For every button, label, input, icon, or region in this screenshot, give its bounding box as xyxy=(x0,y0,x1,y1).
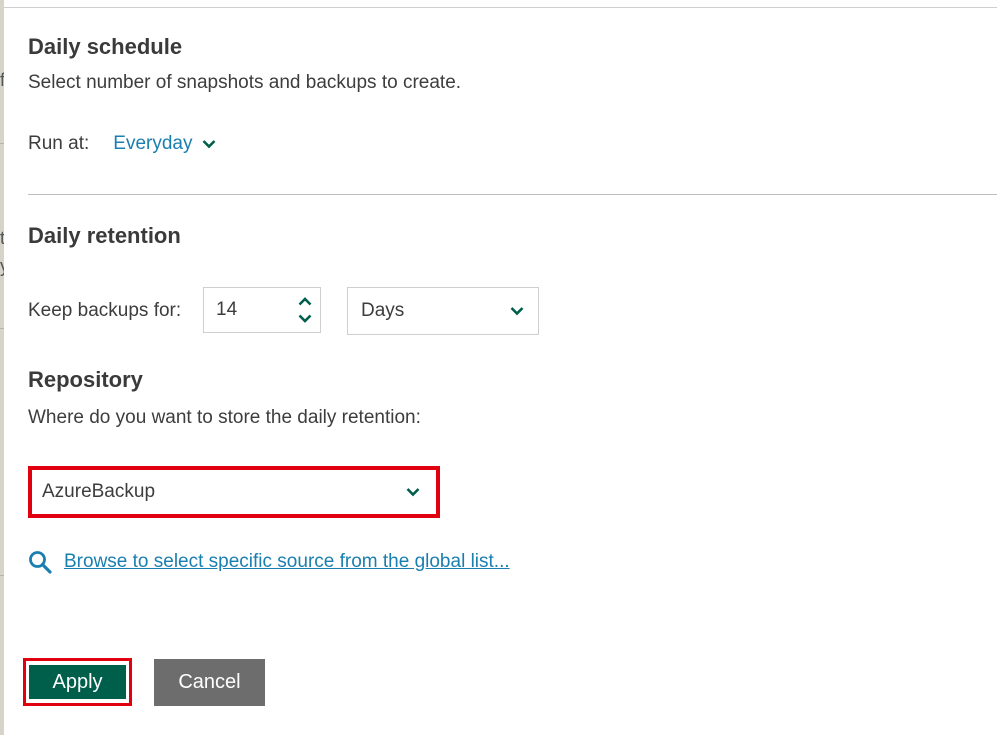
chevron-down-icon xyxy=(406,488,420,497)
run-at-row: Run at: Everyday xyxy=(28,133,216,155)
chevron-down-icon xyxy=(510,307,524,316)
repository-select[interactable]: AzureBackup xyxy=(28,466,440,518)
apply-button-highlight: Apply xyxy=(23,658,132,706)
stepper-arrows xyxy=(290,297,320,323)
repository-value: AzureBackup xyxy=(42,481,156,502)
keep-backups-value[interactable]: 14 xyxy=(204,299,290,321)
chevron-up-icon[interactable] xyxy=(298,297,312,306)
retention-unit-value: Days xyxy=(361,300,405,321)
repository-heading: Repository xyxy=(28,367,143,392)
run-at-dropdown[interactable]: Everyday xyxy=(113,133,216,155)
cancel-button[interactable]: Cancel xyxy=(154,659,265,706)
schedule-settings-panel: Daily schedule Select number of snapshot… xyxy=(4,7,997,736)
repository-question: Where do you want to store the daily ret… xyxy=(28,407,421,428)
search-icon[interactable] xyxy=(28,550,52,574)
keep-backups-stepper[interactable]: 14 xyxy=(203,287,321,333)
browse-source-row: Browse to select specific source from th… xyxy=(28,550,510,574)
retention-unit-select[interactable]: Days xyxy=(347,287,539,335)
run-at-label: Run at: xyxy=(28,133,90,154)
keep-backups-label: Keep backups for: xyxy=(28,300,182,321)
run-at-value: Everyday xyxy=(113,133,193,154)
daily-schedule-description: Select number of snapshots and backups t… xyxy=(28,72,462,93)
daily-retention-heading: Daily retention xyxy=(28,223,181,248)
browse-global-list-link[interactable]: Browse to select specific source from th… xyxy=(64,551,510,573)
section-divider xyxy=(28,194,997,195)
chevron-down-icon xyxy=(203,140,216,149)
daily-schedule-heading: Daily schedule xyxy=(28,34,183,59)
chevron-down-icon[interactable] xyxy=(298,314,312,323)
apply-button[interactable]: Apply xyxy=(29,665,126,699)
